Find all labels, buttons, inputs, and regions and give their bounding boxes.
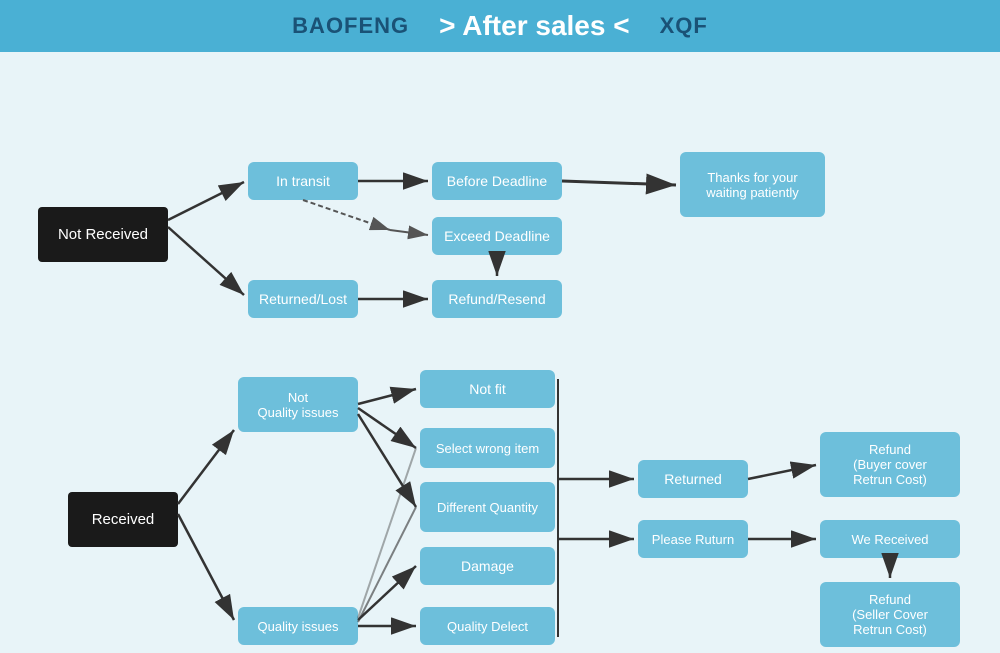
- we-received-box: We Received: [820, 520, 960, 558]
- returned-lost-box: Returned/Lost: [248, 280, 358, 318]
- returned-box: Returned: [638, 460, 748, 498]
- diff-quantity-box: Different Quantity: [420, 482, 555, 532]
- received-box: Received: [68, 492, 178, 547]
- refund-buyer-box: Refund (Buyer cover Retrun Cost): [820, 432, 960, 497]
- header: BAOFENG > After sales < XQF: [0, 0, 1000, 52]
- select-wrong-box: Select wrong item: [420, 428, 555, 468]
- please-return-box: Please Ruturn: [638, 520, 748, 558]
- header-title: > After sales <: [439, 10, 629, 42]
- not-fit-box: Not fit: [420, 370, 555, 408]
- in-transit-box: In transit: [248, 162, 358, 200]
- thanks-box: Thanks for your waiting patiently: [680, 152, 825, 217]
- quality-defect-box: Quality Delect: [420, 607, 555, 645]
- not-received-box: Not Received: [38, 207, 168, 262]
- refund-resend-box: Refund/Resend: [432, 280, 562, 318]
- before-deadline-box: Before Deadline: [432, 162, 562, 200]
- refund-seller-box: Refund (Seller Cover Retrun Cost): [820, 582, 960, 647]
- brand-right: XQF: [660, 13, 708, 39]
- brand-left: BAOFENG: [292, 13, 409, 39]
- main-content: Not Received In transit Before Deadline …: [0, 52, 1000, 653]
- quality-issues-box: Quality issues: [238, 607, 358, 645]
- damage-box: Damage: [420, 547, 555, 585]
- exceed-deadline-box: Exceed Deadline: [432, 217, 562, 255]
- not-quality-box: Not Quality issues: [238, 377, 358, 432]
